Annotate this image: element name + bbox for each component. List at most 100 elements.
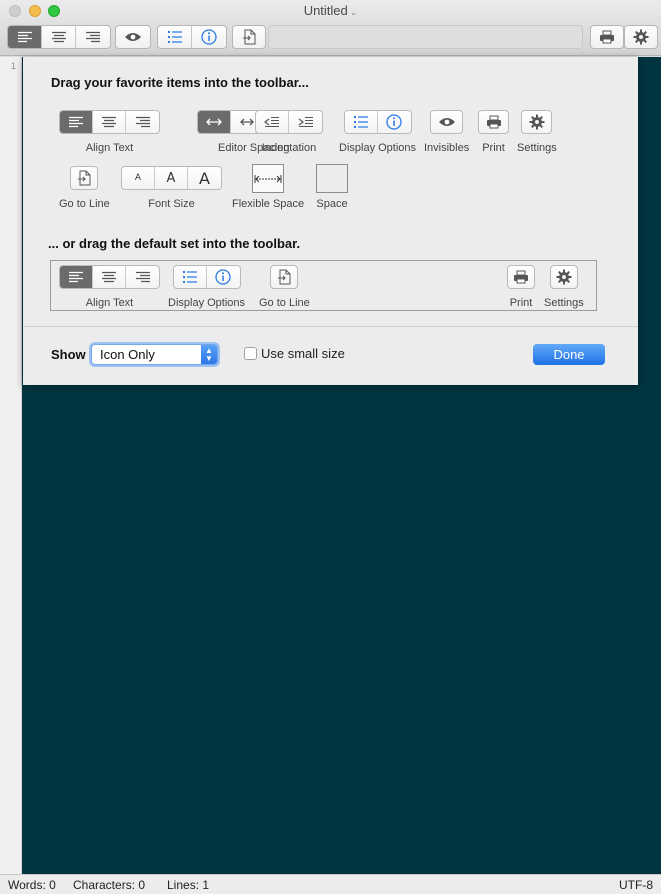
numbered-list-icon — [353, 116, 368, 128]
favorites-heading: Drag your favorite items into the toolba… — [51, 75, 309, 90]
align-left-icon — [69, 271, 83, 283]
toolbar-go-to-line — [232, 25, 266, 49]
go-to-line-icon — [78, 170, 91, 186]
font-size-small-glyph: A — [134, 173, 142, 183]
encoding-indicator[interactable]: UTF-8 — [619, 878, 653, 892]
item-align-text[interactable]: Align Text — [59, 110, 160, 154]
gear-icon — [633, 29, 649, 45]
toolbar-align-center-button[interactable] — [42, 26, 76, 48]
gear-icon — [556, 269, 572, 285]
font-size-medium-glyph: A — [166, 170, 176, 186]
gear-icon — [529, 114, 545, 130]
spacing-contract-icon — [240, 118, 255, 126]
show-label: Show — [51, 347, 86, 362]
item-label: Go to Line — [59, 198, 110, 210]
item-invisibles[interactable]: Invisibles — [424, 110, 469, 154]
go-to-line-icon — [278, 269, 291, 285]
window-title[interactable]: Untitled ⌄ — [0, 3, 661, 18]
toolbar-info-button[interactable] — [192, 26, 226, 48]
character-count: Characters: 0 — [73, 878, 146, 892]
line-count: Lines: 1 — [167, 878, 210, 892]
item-label: Space — [316, 198, 348, 210]
default-item-print: Print — [507, 265, 535, 309]
printer-icon — [486, 115, 501, 129]
item-label: Print — [509, 297, 533, 309]
printer-icon — [514, 270, 528, 284]
info-icon — [215, 269, 231, 285]
font-size-large-glyph: A — [199, 168, 210, 188]
toolbar-align-text — [7, 25, 111, 49]
toolbar-print-button[interactable] — [591, 26, 623, 48]
item-label: Print — [482, 142, 505, 154]
show-mode-value: Icon Only — [100, 347, 155, 362]
item-space[interactable]: Space — [316, 164, 348, 210]
toolbar-numbered-list-button[interactable] — [158, 26, 192, 48]
toolbar-go-to-line-button[interactable] — [233, 26, 265, 48]
toolbar-align-right-button[interactable] — [76, 26, 110, 48]
default-item-go-to-line: Go to Line — [259, 265, 310, 309]
item-flexible-space[interactable]: Flexible Space — [232, 164, 304, 210]
item-label: Invisibles — [424, 142, 470, 154]
spacing-expand-icon — [205, 118, 222, 126]
toolbar-align-left-button[interactable] — [8, 26, 42, 48]
numbered-list-icon — [167, 31, 182, 43]
item-label: Flexible Space — [232, 198, 305, 210]
status-bar: Words: 0 Characters: 0 Lines: 1 UTF-8 — [0, 874, 661, 894]
window-titlebar: Untitled ⌄ — [0, 0, 661, 56]
item-settings[interactable]: Settings — [517, 110, 557, 154]
use-small-size-checkbox[interactable] — [244, 347, 257, 360]
indent-icon — [298, 116, 313, 128]
word-count: Words: 0 — [8, 878, 56, 892]
item-display-options[interactable]: Display Options — [339, 110, 416, 154]
toolbar-address-field[interactable] — [268, 25, 583, 49]
align-left-icon — [69, 116, 83, 128]
item-label: Go to Line — [259, 297, 310, 309]
align-right-icon — [135, 116, 150, 128]
chevron-down-icon: ⌄ — [349, 7, 358, 17]
item-label: Display Options — [168, 297, 246, 309]
item-label: Settings — [544, 297, 584, 309]
toolbar-settings-button[interactable] — [625, 26, 657, 48]
item-label: Align Text — [85, 142, 134, 154]
item-label: Align Text — [85, 297, 134, 309]
printer-icon — [600, 30, 614, 44]
numbered-list-icon — [182, 271, 197, 283]
item-label: Display Options — [339, 142, 417, 154]
align-right-icon — [135, 271, 150, 283]
toolbar-invisibles-button[interactable] — [116, 26, 150, 48]
updown-chevron-icon: ▲ ▼ — [201, 345, 217, 364]
sheet-divider — [23, 326, 638, 327]
line-number-gutter: 1 — [0, 57, 22, 874]
info-icon — [201, 29, 217, 45]
item-indentation[interactable]: Indentation — [255, 110, 323, 154]
go-to-line-icon — [243, 29, 256, 45]
align-left-icon — [17, 31, 32, 43]
default-set-heading: ... or drag the default set into the too… — [48, 236, 301, 251]
item-print[interactable]: Print — [478, 110, 509, 154]
item-label: Font Size — [148, 198, 195, 210]
info-icon — [386, 114, 402, 130]
default-item-align-text: Align Text — [59, 265, 160, 309]
line-number: 1 — [10, 61, 16, 71]
eye-icon — [125, 33, 141, 41]
align-right-icon — [86, 31, 100, 43]
item-label: Settings — [517, 142, 557, 154]
align-center-icon — [51, 31, 66, 43]
flexible-space-icon — [254, 174, 282, 183]
use-small-size-label[interactable]: Use small size — [261, 346, 345, 361]
toolbar-invisibles — [115, 25, 151, 49]
align-center-icon — [102, 116, 116, 128]
align-center-icon — [102, 271, 116, 283]
show-mode-select[interactable]: Icon Only ▲ ▼ — [91, 344, 218, 365]
item-label: Indentation — [261, 142, 317, 154]
toolbar-print — [590, 25, 624, 49]
done-button[interactable]: Done — [533, 344, 605, 365]
item-font-size[interactable]: A A A Font Size — [121, 166, 222, 210]
default-toolbar-set[interactable]: Align Text Display Options Go to Line Pr… — [50, 260, 597, 311]
toolbar-settings — [624, 25, 658, 49]
customize-toolbar-sheet: Drag your favorite items into the toolba… — [23, 57, 638, 385]
default-item-display-options: Display Options — [168, 265, 245, 309]
item-go-to-line[interactable]: Go to Line — [59, 166, 110, 210]
outdent-icon — [264, 116, 279, 128]
default-item-settings: Settings — [544, 265, 584, 309]
